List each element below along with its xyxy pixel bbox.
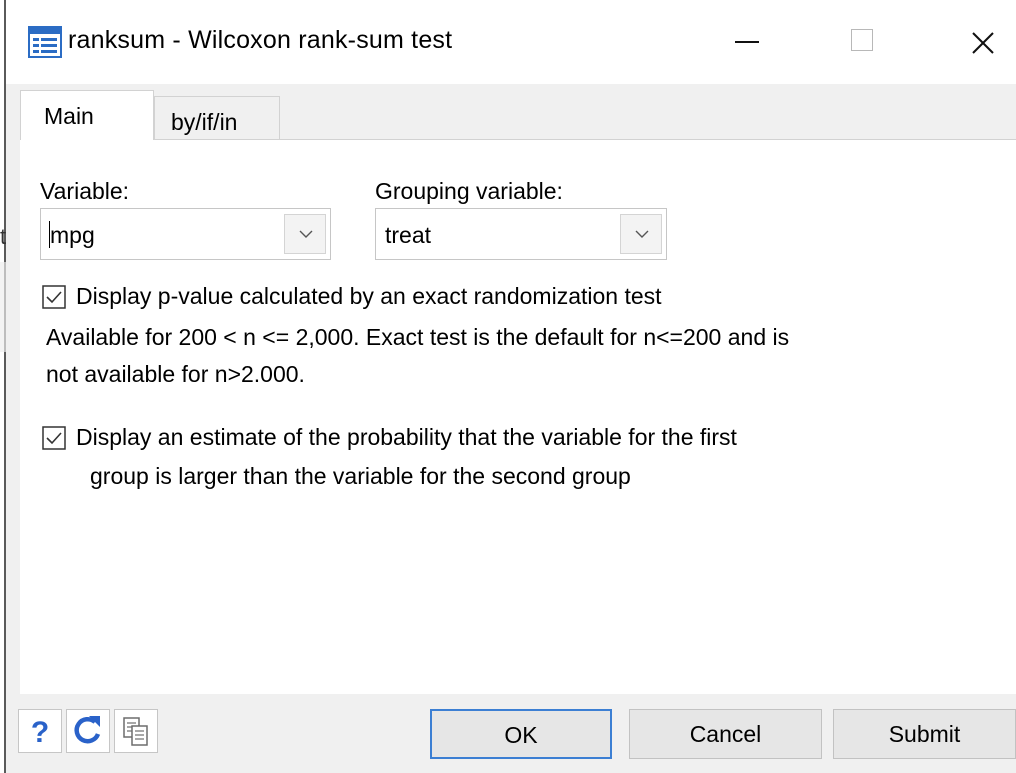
tab-by-if-in-label: by/if/in [171,109,238,135]
exact-test-note-line2: not available for n>2.000. [46,361,305,387]
exact-test-label[interactable]: Display p-value calculated by an exact r… [76,283,662,310]
grouping-dropdown-button[interactable] [620,214,662,254]
maximize-button[interactable] [832,14,892,70]
grouping-variable-value: treat [385,222,432,248]
chevron-down-icon [299,230,313,238]
main-tab-panel: Variable: mpg Grouping variable: treat D… [20,139,1016,694]
grouping-variable-label: Grouping variable: [375,178,563,204]
exact-test-checkbox[interactable] [42,285,66,309]
reset-icon [74,716,101,744]
tab-main-label: Main [44,103,94,129]
variable-label: Variable: [40,178,130,204]
dialog-app-icon [28,26,62,58]
variable-dropdown-button[interactable] [284,214,326,254]
window-title: ranksum - Wilcoxon rank-sum test [68,26,453,54]
tab-main[interactable]: Main [20,90,154,140]
chevron-down-icon [635,230,649,238]
variable-combobox[interactable]: mpg [40,208,331,260]
title-bar[interactable]: ranksum - Wilcoxon rank-sum test [6,0,1016,84]
ok-button[interactable]: OK [430,709,612,759]
ranksum-dialog: ranksum - Wilcoxon rank-sum test Main by… [6,0,1016,773]
probability-estimate-label-line2[interactable]: group is larger than the variable for th… [90,463,631,490]
tab-strip: Main by/if/in [16,84,1016,140]
copy-command-icon [123,717,148,746]
copy-command-button[interactable] [114,709,158,753]
submit-button[interactable]: Submit [833,709,1016,759]
minimize-icon [735,41,759,43]
cancel-button[interactable]: Cancel [629,709,822,759]
close-button[interactable] [952,14,1012,70]
close-icon [972,32,994,54]
minimize-button[interactable] [719,14,779,70]
svg-text:?: ? [31,716,49,749]
variable-value: mpg [50,222,95,248]
help-button[interactable]: ? [18,709,62,753]
help-icon: ? [31,716,49,749]
exact-test-note-line1: Available for 200 < n <= 2,000. Exact te… [46,324,790,350]
tab-by-if-in[interactable]: by/if/in [154,96,280,140]
reset-button[interactable] [66,709,110,753]
probability-estimate-checkbox[interactable] [42,426,66,450]
maximize-icon [851,29,873,51]
grouping-variable-combobox[interactable]: treat [375,208,667,260]
dialog-footer: ? OK Cancel Submit [6,694,1016,773]
probability-estimate-label-line1[interactable]: Display an estimate of the probability t… [76,424,737,451]
